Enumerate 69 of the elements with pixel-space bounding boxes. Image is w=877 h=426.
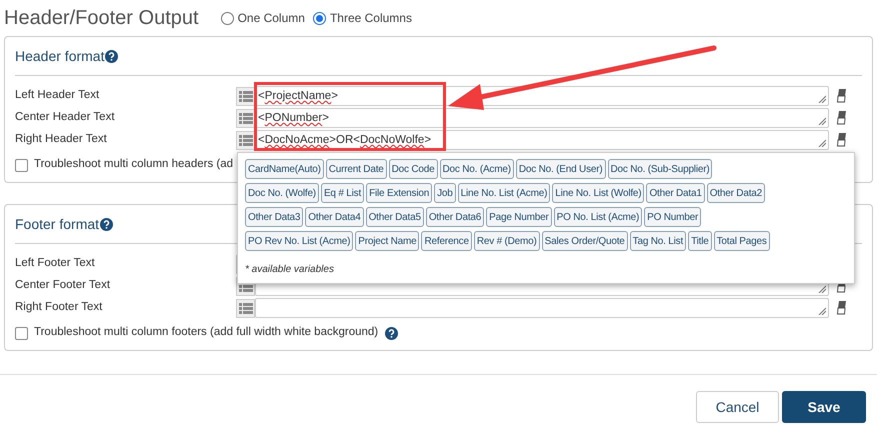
field-label: Center Header Text (15, 110, 116, 126)
variable-chip[interactable]: Reference (421, 231, 472, 251)
variable-chip[interactable]: Line No. List (Acme) (458, 183, 550, 203)
variable-chip[interactable]: Doc No. (Wolfe) (245, 183, 319, 203)
text-input-field[interactable] (255, 298, 829, 318)
field-label: Right Header Text (15, 132, 108, 148)
variable-chip[interactable]: Other Data3 (245, 207, 304, 227)
variable-chip[interactable]: Title (688, 231, 712, 251)
variable-chip[interactable]: Doc No. (Acme) (440, 159, 514, 179)
variable-chip[interactable]: Job (434, 183, 456, 203)
variable-chip[interactable]: Other Data2 (706, 183, 765, 203)
help-icon[interactable] (385, 326, 398, 340)
radio-option[interactable]: Three Columns (312, 9, 412, 27)
variables-list-icon[interactable] (236, 86, 255, 106)
variables-list-icon[interactable] (236, 298, 255, 318)
field-label: Left Header Text (15, 88, 100, 104)
field-label: Center Footer Text (15, 278, 112, 294)
variable-chip[interactable]: Other Data6 (426, 207, 484, 227)
field-label: Right Footer Text (15, 300, 104, 316)
resize-grip-icon[interactable] (818, 95, 826, 103)
variable-chip[interactable]: PO Number (644, 207, 702, 227)
checkbox[interactable] (15, 326, 28, 340)
variable-chip[interactable]: Eq # List (320, 183, 364, 203)
page-title: Header/Footer Output (4, 6, 199, 31)
checkbox[interactable] (15, 158, 28, 172)
variable-chip[interactable]: Current Date (326, 159, 387, 179)
variables-list-icon[interactable] (236, 130, 255, 150)
variable-chip[interactable]: Project Name (355, 231, 420, 251)
eraser-icon[interactable] (837, 133, 846, 147)
eraser-icon[interactable] (837, 111, 846, 125)
resize-grip-icon[interactable] (818, 307, 826, 315)
variable-chip[interactable]: Sales Order/Quote (542, 231, 628, 251)
variable-chip[interactable]: Doc No. (Sub-Supplier) (608, 159, 712, 179)
radio-button[interactable] (220, 12, 234, 24)
variable-chip[interactable]: File Extension (366, 183, 432, 203)
variable-chip[interactable]: Doc Code (388, 159, 438, 179)
save-button[interactable]: Save (782, 391, 866, 423)
checkbox-label: Troubleshoot multi column headers (ad (34, 157, 234, 172)
variable-chip[interactable]: Total Pages (714, 231, 770, 251)
help-icon[interactable] (105, 50, 118, 62)
variable-chip[interactable]: Other Data4 (305, 207, 364, 227)
resize-grip-icon[interactable] (818, 139, 826, 147)
help-icon[interactable] (100, 218, 114, 230)
radio-option[interactable]: One Column (220, 9, 305, 27)
variable-chip[interactable]: PO Rev No. List (Acme) (245, 231, 354, 251)
section-title: Header format (15, 46, 104, 66)
resize-grip-icon[interactable] (818, 117, 826, 125)
variable-chip[interactable]: Doc No. (End User) (516, 159, 606, 179)
variable-chip[interactable]: Other Data1 (646, 183, 705, 203)
variable-chip[interactable]: Other Data5 (366, 207, 424, 227)
variable-chip[interactable]: Line No. List (Wolfe) (552, 183, 644, 203)
variable-chip[interactable]: Tag No. List (630, 231, 686, 251)
checkbox-label: Troubleshoot multi column footers (add full width white background) (34, 325, 378, 340)
section-title: Footer format (15, 214, 100, 234)
variable-chip[interactable]: PO No. List (Acme) (554, 207, 642, 227)
popup-note: * available variables (245, 263, 334, 277)
text-input-field[interactable]: <DocNoAcme>OR<DocNoWolfe> (255, 130, 829, 150)
eraser-icon[interactable] (837, 89, 846, 103)
field-label: Left Footer Text (15, 256, 96, 272)
cancel-button[interactable]: Cancel (696, 391, 779, 423)
radio-button[interactable] (312, 12, 326, 24)
variable-chip[interactable]: CardName(Auto) (245, 159, 324, 179)
text-input-field[interactable]: <ProjectName> (255, 86, 829, 106)
variables-list-icon[interactable] (236, 108, 255, 128)
variable-chip[interactable]: Page Number (486, 207, 552, 227)
text-input-field[interactable]: <PONumber> (255, 108, 829, 128)
eraser-icon[interactable] (837, 301, 846, 315)
variable-chip[interactable]: Rev # (Demo) (474, 231, 540, 251)
resize-grip-icon[interactable] (818, 285, 826, 293)
